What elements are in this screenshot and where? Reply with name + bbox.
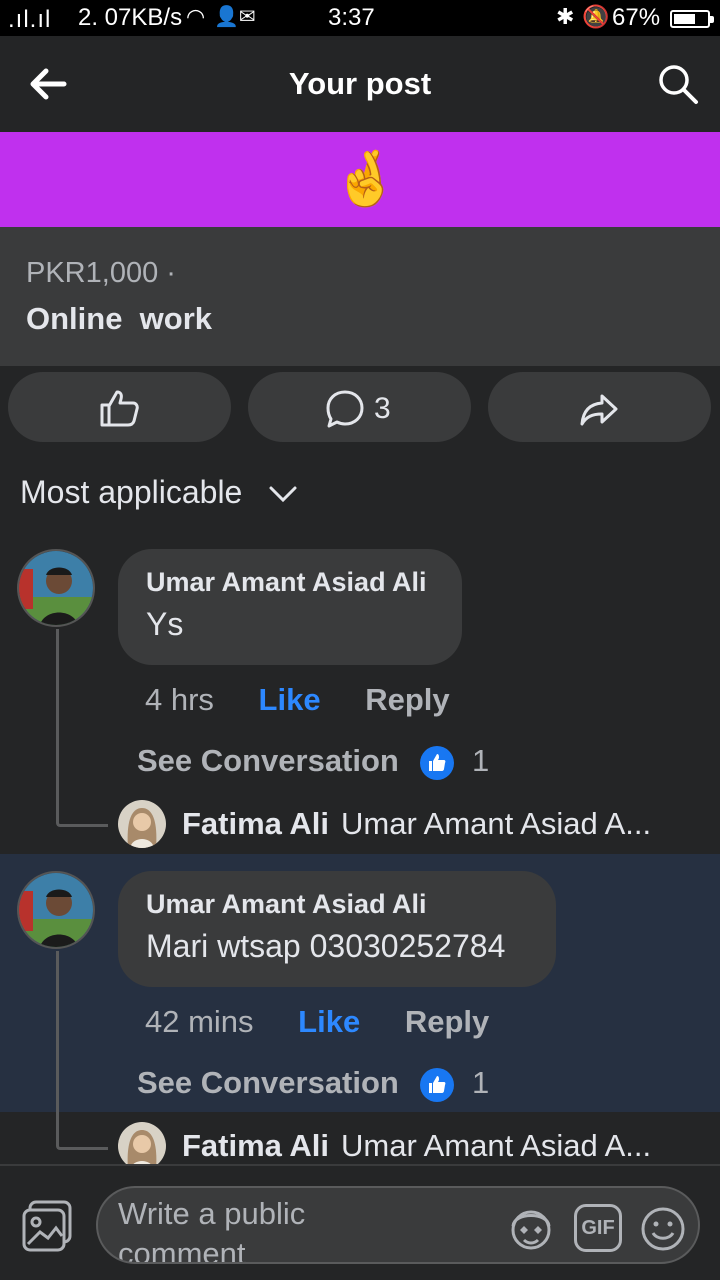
reply-author[interactable]: Fatima Ali bbox=[182, 1128, 329, 1163]
reaction-count: 1 bbox=[472, 1065, 490, 1100]
comment-time: 42 mins bbox=[145, 1004, 254, 1039]
reply-avatar[interactable] bbox=[118, 1122, 166, 1170]
chevron-down-icon[interactable] bbox=[268, 484, 298, 504]
reply-text: Umar Amant Asiad A... bbox=[341, 806, 652, 841]
page-title: Your post bbox=[288, 66, 432, 101]
comment-author[interactable]: Umar Amant Asiad Ali bbox=[146, 567, 434, 598]
status-bar: .ıl.ıl 2. 07KB/s ◠ 👤✉ 3:37 ✱ 🔕 67% bbox=[0, 0, 720, 36]
bluetooth-icon: ✱ bbox=[556, 4, 575, 29]
signal-icon: .ıl.ıl bbox=[8, 6, 52, 33]
listing-title: Online work bbox=[26, 301, 213, 336]
comment-placeholder: Write a public comment bbox=[118, 1196, 306, 1264]
reply-profile-photo bbox=[118, 800, 166, 848]
comment-count: 3 bbox=[374, 392, 391, 425]
header: Your post bbox=[0, 36, 720, 132]
reply-link[interactable]: Reply bbox=[405, 1004, 489, 1039]
gif-button[interactable]: GIF bbox=[574, 1204, 622, 1252]
reply-profile-photo bbox=[118, 1122, 166, 1170]
reply-text: Umar Amant Asiad A... bbox=[341, 1128, 652, 1163]
comment-time: 4 hrs bbox=[145, 682, 214, 717]
post-banner[interactable]: 🤞 bbox=[0, 132, 720, 227]
avatar[interactable] bbox=[17, 549, 95, 627]
like-reaction-icon bbox=[420, 746, 454, 780]
thread-line bbox=[56, 951, 108, 1150]
comment-meta: 4 hrs Like Reply bbox=[145, 682, 450, 718]
silent-bell-icon: 🔕 bbox=[582, 4, 610, 29]
comment-input[interactable]: Write a public comment GIF bbox=[96, 1186, 700, 1264]
photo-icon bbox=[22, 1200, 72, 1252]
thread-line bbox=[56, 629, 108, 827]
screen: .ıl.ıl 2. 07KB/s ◠ 👤✉ 3:37 ✱ 🔕 67% Your … bbox=[0, 0, 720, 1280]
network-speed: 2. 07KB/s bbox=[78, 4, 183, 31]
thumbs-up-icon bbox=[100, 390, 139, 427]
search-button[interactable] bbox=[656, 62, 700, 106]
profile-photo bbox=[19, 873, 93, 947]
avatar-sticker-icon[interactable] bbox=[506, 1204, 556, 1254]
battery-icon bbox=[670, 10, 714, 28]
like-link[interactable]: Like bbox=[259, 682, 321, 717]
notification-icons: 👤✉ bbox=[214, 6, 256, 28]
share-icon bbox=[580, 394, 618, 426]
reply-link[interactable]: Reply bbox=[365, 682, 449, 717]
see-conversation-link[interactable]: See Conversation bbox=[137, 1065, 399, 1101]
comment-author[interactable]: Umar Amant Asiad Ali bbox=[146, 889, 528, 920]
profile-photo bbox=[19, 551, 93, 625]
battery-percent: 67% bbox=[612, 4, 661, 31]
search-icon bbox=[659, 65, 698, 104]
avatar[interactable] bbox=[17, 871, 95, 949]
like-reaction-icon bbox=[420, 1068, 454, 1102]
clock: 3:37 bbox=[328, 4, 375, 31]
reply-author[interactable]: Fatima Ali bbox=[182, 806, 329, 841]
photo-button[interactable] bbox=[20, 1198, 76, 1254]
comment-bubble[interactable]: Umar Amant Asiad Ali Mari wtsap 03030252… bbox=[118, 871, 556, 987]
comment-icon bbox=[326, 390, 364, 428]
comment-meta: 42 mins Like Reply bbox=[145, 1004, 489, 1040]
reaction-count: 1 bbox=[472, 743, 490, 778]
like-link[interactable]: Like bbox=[298, 1004, 360, 1039]
comment-item-highlighted: Umar Amant Asiad Ali Mari wtsap 03030252… bbox=[0, 854, 720, 1112]
comment-composer: Write a public comment GIF bbox=[0, 1164, 720, 1280]
reply-preview[interactable]: Fatima Ali Umar Amant Asiad A... bbox=[182, 806, 702, 842]
action-row: 3 bbox=[0, 366, 720, 456]
see-conversation-link[interactable]: See Conversation bbox=[137, 743, 399, 779]
listing-price: PKR1,000 · bbox=[26, 257, 176, 289]
share-button[interactable] bbox=[488, 372, 711, 442]
comment-button[interactable]: 3 bbox=[248, 372, 471, 442]
comment-bubble[interactable]: Umar Amant Asiad Ali Ys bbox=[118, 549, 462, 665]
comment-item: Umar Amant Asiad Ali Ys 4 hrs Like Reply… bbox=[0, 532, 720, 854]
battery-fill bbox=[674, 14, 696, 24]
comment-text: Ys bbox=[146, 606, 184, 642]
listing-info: PKR1,000 · Online work bbox=[0, 227, 720, 366]
sort-dropdown-label[interactable]: Most applicable bbox=[20, 474, 242, 511]
wifi-icon: ◠ bbox=[186, 4, 206, 29]
like-button[interactable] bbox=[8, 372, 231, 442]
smiley-icon[interactable] bbox=[638, 1204, 688, 1254]
reply-avatar[interactable] bbox=[118, 800, 166, 848]
reply-preview[interactable]: Fatima Ali Umar Amant Asiad A... bbox=[182, 1128, 702, 1164]
crossed-fingers-emoji: 🤞 bbox=[332, 149, 400, 209]
comment-text: Mari wtsap 03030252784 bbox=[146, 928, 506, 964]
